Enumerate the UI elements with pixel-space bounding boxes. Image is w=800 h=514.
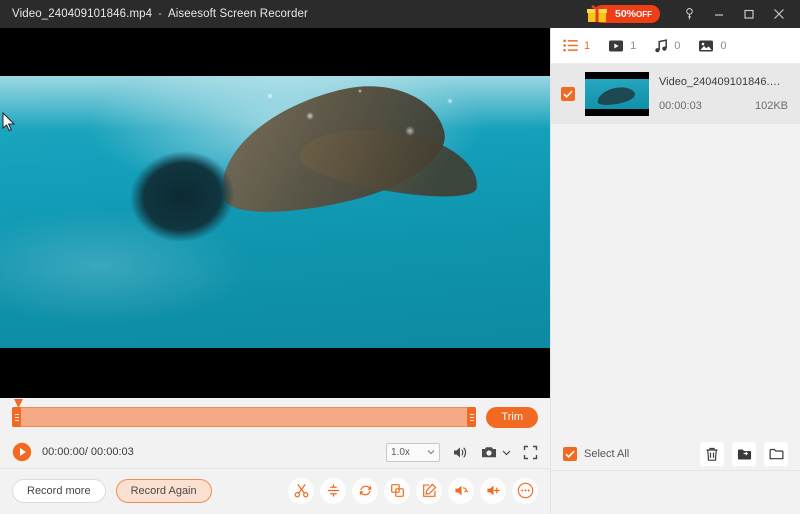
- list-icon: [563, 39, 578, 52]
- trim-end-handle[interactable]: [467, 407, 476, 427]
- ellipsis-icon: [517, 482, 534, 499]
- tab-audio[interactable]: 0: [654, 39, 680, 53]
- trim-track[interactable]: [12, 407, 476, 427]
- open-folder-button[interactable]: [764, 442, 788, 466]
- edit-tool-button[interactable]: [416, 478, 442, 504]
- camera-dropdown-icon[interactable]: [502, 448, 511, 457]
- tab-audio-count: 0: [674, 40, 680, 52]
- window-app-title: Aiseesoft Screen Recorder: [168, 8, 308, 20]
- trim-button[interactable]: Trim: [486, 407, 538, 428]
- camera-icon[interactable]: [481, 445, 498, 459]
- audio-convert-tool-button[interactable]: [448, 478, 474, 504]
- select-all-label: Select All: [584, 448, 629, 460]
- maximize-icon[interactable]: [734, 0, 764, 28]
- transport-bar: 00:00:00/ 00:00:03 1.0x: [0, 436, 550, 468]
- file-checkbox[interactable]: [561, 87, 575, 101]
- promo-discount: 50%: [615, 8, 636, 20]
- player-column: Trim 00:00:00/ 00:00:03 1.0x: [0, 28, 550, 514]
- promo-suffix: OFF: [636, 10, 652, 19]
- tab-image[interactable]: 0: [698, 39, 726, 53]
- file-list: Video_240409101846.mp4 00:00:03 102KB: [551, 64, 800, 438]
- app-window: Video_240409101846.mp4 - Aiseesoft Scree…: [0, 0, 800, 514]
- volume-icon[interactable]: [452, 445, 469, 460]
- app-body: Trim 00:00:00/ 00:00:03 1.0x: [0, 28, 800, 514]
- record-again-button[interactable]: Record Again: [116, 479, 212, 503]
- file-meta: Video_240409101846.mp4 00:00:03 102KB: [659, 76, 788, 112]
- fullscreen-icon[interactable]: [523, 445, 538, 460]
- split-icon: [326, 483, 341, 498]
- close-icon[interactable]: [764, 0, 794, 28]
- tool-buttons: [288, 478, 538, 504]
- delete-button[interactable]: [700, 442, 724, 466]
- select-all-checkbox[interactable]: [563, 447, 577, 461]
- chevron-down-icon: [427, 448, 435, 456]
- promo-label: 50%OFF: [615, 8, 652, 20]
- split-tool-button[interactable]: [320, 478, 346, 504]
- select-all-control[interactable]: Select All: [563, 447, 629, 461]
- record-more-button[interactable]: Record more: [12, 479, 106, 503]
- speaker-plus-icon: [486, 483, 501, 498]
- merge-squares-icon: [390, 483, 405, 498]
- file-duration: 00:00:03: [659, 100, 702, 112]
- side-panel-footer: [551, 470, 800, 514]
- image-icon: [698, 39, 714, 53]
- scissors-icon: [294, 483, 309, 498]
- file-name: Video_240409101846.mp4: [659, 76, 788, 88]
- speaker-convert-icon: [454, 483, 469, 498]
- tab-video-count: 1: [630, 40, 636, 52]
- music-note-icon: [654, 39, 668, 53]
- promo-badge[interactable]: 50%OFF: [593, 5, 660, 23]
- video-icon: [608, 39, 624, 53]
- play-icon[interactable]: [12, 442, 32, 462]
- file-thumbnail: [585, 72, 649, 116]
- merge-tool-button[interactable]: [384, 478, 410, 504]
- title-separator: -: [158, 8, 162, 20]
- bottom-bar: Record more Record Again: [0, 468, 550, 512]
- side-panel-tabs: 1 1 0: [551, 28, 800, 64]
- side-panel-actions: Select All: [551, 438, 800, 470]
- key-icon[interactable]: [674, 0, 704, 28]
- speed-value: 1.0x: [391, 447, 410, 458]
- tab-video[interactable]: 1: [608, 39, 636, 53]
- swimmer-shape: [113, 137, 267, 265]
- side-panel: 1 1 0: [550, 28, 800, 514]
- speed-select[interactable]: 1.0x: [386, 443, 440, 462]
- video-preview[interactable]: [0, 28, 550, 398]
- folder-open-icon: [769, 447, 784, 461]
- check-icon: [565, 450, 575, 458]
- window-file-title: Video_240409101846.mp4: [12, 8, 152, 20]
- time-display: 00:00:00/ 00:00:03: [42, 446, 134, 458]
- rotate-tool-button[interactable]: [352, 478, 378, 504]
- rotate-icon: [358, 483, 373, 498]
- list-item[interactable]: Video_240409101846.mp4 00:00:03 102KB: [551, 64, 800, 124]
- pencil-square-icon: [422, 483, 437, 498]
- thumbnail-image: [585, 79, 649, 109]
- more-tool-button[interactable]: [512, 478, 538, 504]
- trim-start-handle[interactable]: [12, 407, 21, 427]
- tab-all-count: 1: [584, 40, 590, 52]
- folder-export-icon: [737, 447, 752, 461]
- file-sub-info: 00:00:03 102KB: [659, 100, 788, 112]
- volume-boost-tool-button[interactable]: [480, 478, 506, 504]
- bubbles-shape: [250, 76, 490, 166]
- trim-bar: Trim: [0, 398, 550, 436]
- tab-image-count: 0: [720, 40, 726, 52]
- export-button[interactable]: [732, 442, 756, 466]
- trash-icon: [705, 447, 719, 462]
- check-icon: [563, 90, 573, 98]
- gift-icon: [585, 2, 609, 26]
- file-size: 102KB: [755, 100, 788, 112]
- thumbnail-subject: [596, 85, 636, 107]
- trim-tool-button[interactable]: [288, 478, 314, 504]
- video-frame: [0, 76, 550, 348]
- title-bar: Video_240409101846.mp4 - Aiseesoft Scree…: [0, 0, 800, 28]
- mouse-cursor-icon: [2, 112, 16, 132]
- tab-all[interactable]: 1: [563, 39, 590, 52]
- minimize-icon[interactable]: [704, 0, 734, 28]
